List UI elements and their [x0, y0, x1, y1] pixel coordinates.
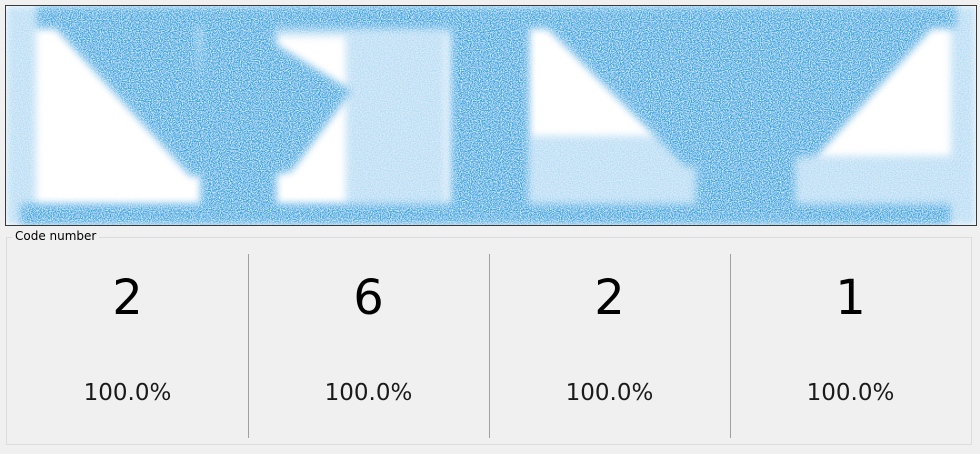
code-cell-3: 2 100.0% [489, 238, 730, 444]
confidence-value: 100.0% [565, 380, 654, 406]
code-digit: 2 [594, 270, 625, 326]
confidence-value: 100.0% [324, 380, 413, 406]
code-image-graphic [6, 6, 976, 225]
code-cell-1: 2 100.0% [7, 238, 248, 444]
confidence-value: 100.0% [83, 380, 172, 406]
code-number-panel: 2 100.0% 6 100.0% 2 100.0% 1 100.0% [7, 238, 971, 444]
code-cell-4: 1 100.0% [730, 238, 971, 444]
app-window: Code number 2 100.0% 6 100.0% 2 100.0% 1… [0, 0, 980, 454]
confidence-value: 100.0% [806, 380, 895, 406]
code-digit: 2 [112, 270, 143, 326]
code-digit: 6 [353, 270, 384, 326]
code-digit: 1 [835, 270, 866, 326]
captured-code-image [5, 5, 977, 226]
code-cell-2: 6 100.0% [248, 238, 489, 444]
